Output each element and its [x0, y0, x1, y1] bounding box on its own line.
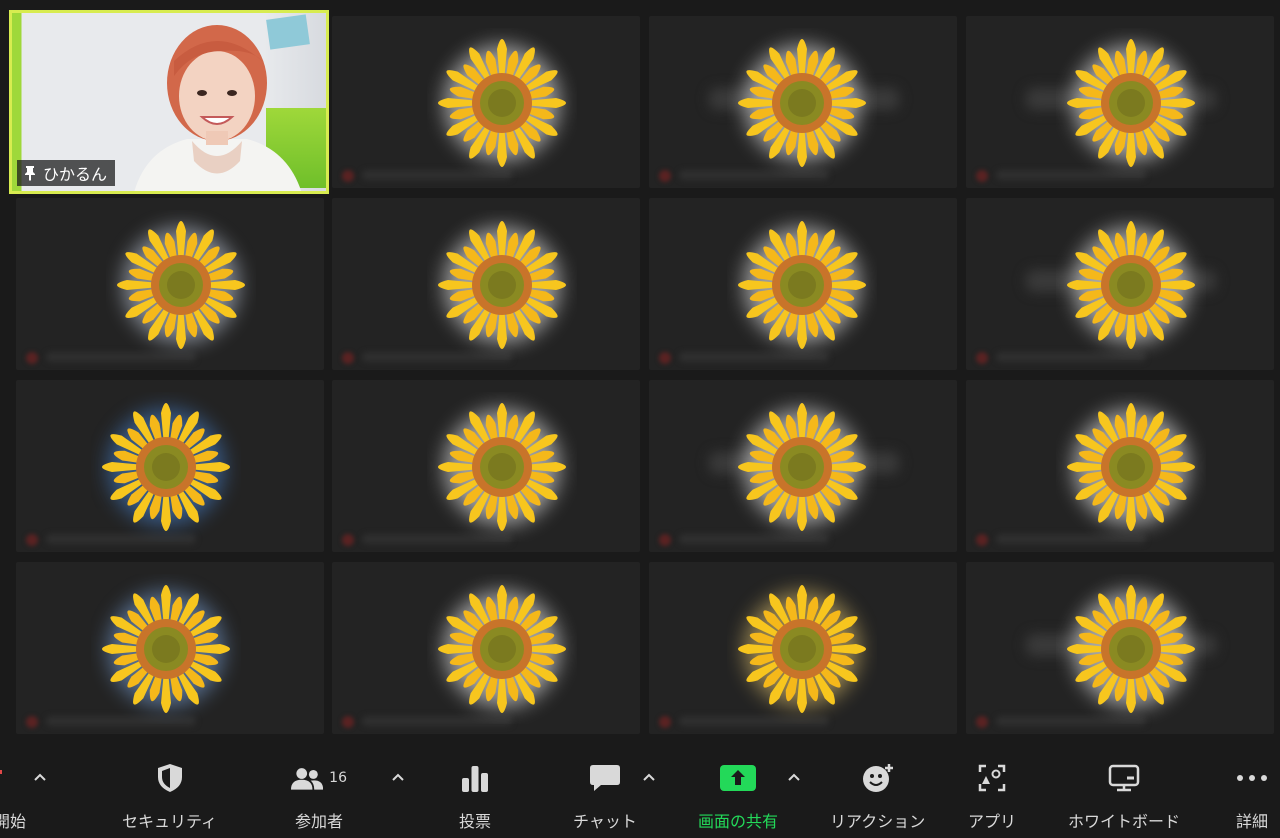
- muted-mic-icon: [976, 716, 988, 728]
- muted-mic-icon: [342, 716, 354, 728]
- chat-button[interactable]: チャット: [573, 760, 637, 832]
- sunflower-avatar-icon: [102, 585, 230, 713]
- security-button[interactable]: セキュリティ: [122, 760, 217, 832]
- sunflower-avatar-icon: [738, 221, 866, 349]
- sunflower-avatar-icon: [1067, 221, 1195, 349]
- apps-icon: [971, 760, 1013, 796]
- start-video-button[interactable]: 開始: [0, 760, 30, 832]
- sunflower-avatar-icon: [438, 403, 566, 531]
- muted-mic-icon: [976, 170, 988, 182]
- share-label: 画面の共有: [697, 812, 778, 831]
- reactions-label: リアクション: [830, 812, 926, 831]
- muted-mic-icon: [26, 534, 38, 546]
- participant-video-tile[interactable]: [332, 562, 640, 734]
- muted-mic-icon: [976, 534, 988, 546]
- muted-mic-icon: [26, 352, 38, 364]
- video-icon: [0, 760, 30, 796]
- self-video-tile[interactable]: ひかるん: [9, 10, 329, 194]
- video-grid: ひかるん: [0, 0, 1280, 740]
- polls-icon: [455, 760, 495, 796]
- participant-video-tile[interactable]: [649, 562, 957, 734]
- participant-video-tile[interactable]: [332, 16, 640, 188]
- more-button[interactable]: 詳細: [1232, 760, 1272, 832]
- muted-mic-icon: [659, 170, 671, 182]
- reactions-button[interactable]: リアクション: [830, 760, 925, 832]
- shield-icon: [128, 760, 212, 796]
- more-label: 詳細: [1235, 812, 1268, 831]
- pin-icon: [25, 166, 35, 181]
- share-screen-button[interactable]: 画面の共有: [693, 760, 783, 832]
- muted-mic-icon: [342, 352, 354, 364]
- apps-label: アプリ: [968, 812, 1017, 831]
- muted-mic-icon: [659, 534, 671, 546]
- participant-video-feed: [134, 25, 302, 191]
- participants-button[interactable]: 16 参加者: [291, 760, 347, 832]
- muted-mic-icon: [342, 534, 354, 546]
- participant-name-tag: ひかるん: [17, 160, 116, 186]
- participant-video-tile[interactable]: [649, 380, 957, 552]
- participants-icon-wrap: 16: [291, 760, 347, 796]
- chat-label: チャット: [573, 812, 637, 831]
- participant-video-tile[interactable]: [649, 198, 957, 370]
- muted-mic-icon: [659, 352, 671, 364]
- sunflower-avatar-icon: [438, 221, 566, 349]
- participant-video-tile[interactable]: [16, 562, 324, 734]
- sunflower-avatar-icon: [102, 403, 230, 531]
- polls-label: 投票: [458, 812, 491, 831]
- sunflower-avatar-icon: [117, 221, 245, 349]
- muted-mic-icon: [342, 170, 354, 182]
- participants-label: 参加者: [294, 812, 343, 831]
- security-label: セキュリティ: [122, 812, 218, 831]
- participant-video-tile[interactable]: [332, 380, 640, 552]
- participants-icon: [291, 768, 324, 790]
- sunflower-avatar-icon: [1067, 39, 1195, 167]
- muted-mic-icon: [659, 716, 671, 728]
- sunflower-avatar-icon: [1067, 585, 1195, 713]
- whiteboard-label: ホワイトボード: [1068, 812, 1181, 831]
- sunflower-avatar-icon: [438, 39, 566, 167]
- muted-mic-icon: [26, 716, 38, 728]
- participant-video-tile[interactable]: [16, 198, 324, 370]
- caret-up-icon[interactable]: [32, 770, 48, 786]
- participant-video-tile[interactable]: [966, 562, 1274, 734]
- whiteboard-icon: [1071, 760, 1177, 796]
- sunflower-avatar-icon: [438, 585, 566, 713]
- participant-video-tile[interactable]: [966, 380, 1274, 552]
- chat-icon: [577, 760, 633, 796]
- meeting-toolbar: 開始 セキュリティ 16 参加者 投票 チャット 画面の共有 リアクション アプ…: [0, 750, 1280, 838]
- participant-video-tile[interactable]: [332, 198, 640, 370]
- sunflower-avatar-icon: [738, 39, 866, 167]
- polls-button[interactable]: 投票: [455, 760, 495, 832]
- caret-up-icon[interactable]: [390, 770, 406, 786]
- share-screen-icon: [693, 760, 783, 796]
- caret-up-icon[interactable]: [786, 770, 802, 786]
- participant-video-tile[interactable]: [966, 16, 1274, 188]
- apps-button[interactable]: アプリ: [968, 760, 1016, 832]
- participant-name: ひかるん: [43, 165, 108, 184]
- participant-video-tile[interactable]: [966, 198, 1274, 370]
- sunflower-avatar-icon: [738, 585, 866, 713]
- start-label: 開始: [0, 812, 26, 831]
- sunflower-avatar-icon: [738, 403, 866, 531]
- participant-video-tile[interactable]: [16, 380, 324, 552]
- caret-up-icon[interactable]: [641, 770, 657, 786]
- more-icon: [1232, 760, 1272, 796]
- reaction-icon: [838, 760, 918, 796]
- participant-count: 16: [329, 770, 347, 786]
- participant-video-tile[interactable]: [649, 16, 957, 188]
- whiteboard-button[interactable]: ホワイトボード: [1068, 760, 1180, 832]
- sunflower-avatar-icon: [1067, 403, 1195, 531]
- muted-mic-icon: [976, 352, 988, 364]
